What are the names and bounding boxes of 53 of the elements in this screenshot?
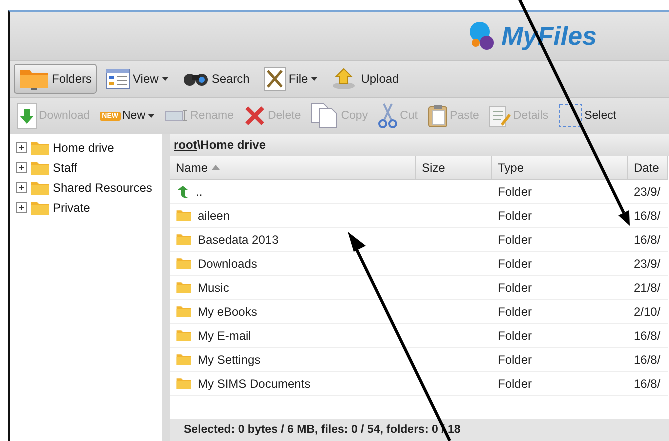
toolbar-button[interactable]: File — [258, 64, 324, 94]
table-cell[interactable]: My eBooks — [170, 300, 416, 324]
table-cell[interactable]: My E-mail — [170, 324, 416, 348]
table-cell: 23/9/ — [628, 180, 668, 204]
path-text: \Home drive — [197, 138, 266, 152]
file-name: Music — [198, 280, 230, 294]
tree-item[interactable]: Private — [16, 198, 162, 217]
tree-item[interactable]: Staff — [16, 158, 162, 177]
column-header[interactable]: Size — [416, 156, 492, 180]
file-name: My E-mail — [198, 328, 252, 342]
tree-label: Shared Resources — [53, 180, 152, 194]
file-name: My eBooks — [198, 304, 258, 318]
file-name: My SIMS Documents — [198, 376, 311, 390]
table-cell: Folder — [492, 324, 628, 348]
file-name: .. — [196, 184, 203, 198]
table-cell: Folder — [492, 276, 628, 300]
table-cell: 21/8/ — [628, 276, 668, 300]
table-cell: 16/8/ — [628, 228, 668, 252]
table-cell[interactable]: Downloads — [170, 252, 416, 276]
column-header[interactable]: Type — [492, 156, 628, 180]
column-header[interactable]: Date — [628, 156, 668, 180]
toolbar-button[interactable]: Folders — [14, 64, 98, 94]
table-cell: 16/8/ — [628, 372, 668, 396]
table-cell: Folder — [492, 228, 628, 252]
table-cell: 16/8/ — [628, 324, 668, 348]
table-cell: Folder — [492, 348, 628, 372]
table-cell[interactable]: My Settings — [170, 348, 416, 372]
table-cell: Folder — [492, 180, 628, 204]
table-cell: 16/8/ — [628, 348, 668, 372]
table-cell[interactable]: aileen — [170, 204, 416, 228]
table-cell: 23/9/ — [628, 252, 668, 276]
tree-label: Staff — [53, 160, 78, 174]
file-name: aileen — [198, 208, 230, 222]
action-button[interactable]: Select — [556, 101, 620, 131]
tree-label: Home drive — [53, 140, 114, 154]
table-cell[interactable]: Music — [170, 276, 416, 300]
table-cell[interactable]: .. — [170, 180, 416, 204]
toolbar-button[interactable]: Search — [178, 64, 255, 94]
path-link[interactable]: root — [174, 138, 198, 152]
toolbar-button[interactable]: View — [101, 64, 174, 94]
column-header[interactable]: Name — [170, 156, 416, 180]
tree-item[interactable]: Shared Resources — [16, 178, 162, 197]
toolbar-button[interactable]: Upload — [327, 64, 404, 94]
table-cell: Folder — [492, 252, 628, 276]
table-cell: 2/10/ — [628, 300, 668, 324]
table-cell[interactable]: My SIMS Documents — [170, 372, 416, 396]
table-cell: Folder — [492, 372, 628, 396]
tree-item[interactable]: Home drive — [16, 138, 162, 157]
table-cell: Folder — [492, 300, 628, 324]
file-name: Downloads — [198, 256, 258, 270]
tree-label: Private — [53, 200, 90, 214]
file-name: My Settings — [198, 352, 261, 366]
file-name: Basedata 2013 — [198, 232, 279, 246]
